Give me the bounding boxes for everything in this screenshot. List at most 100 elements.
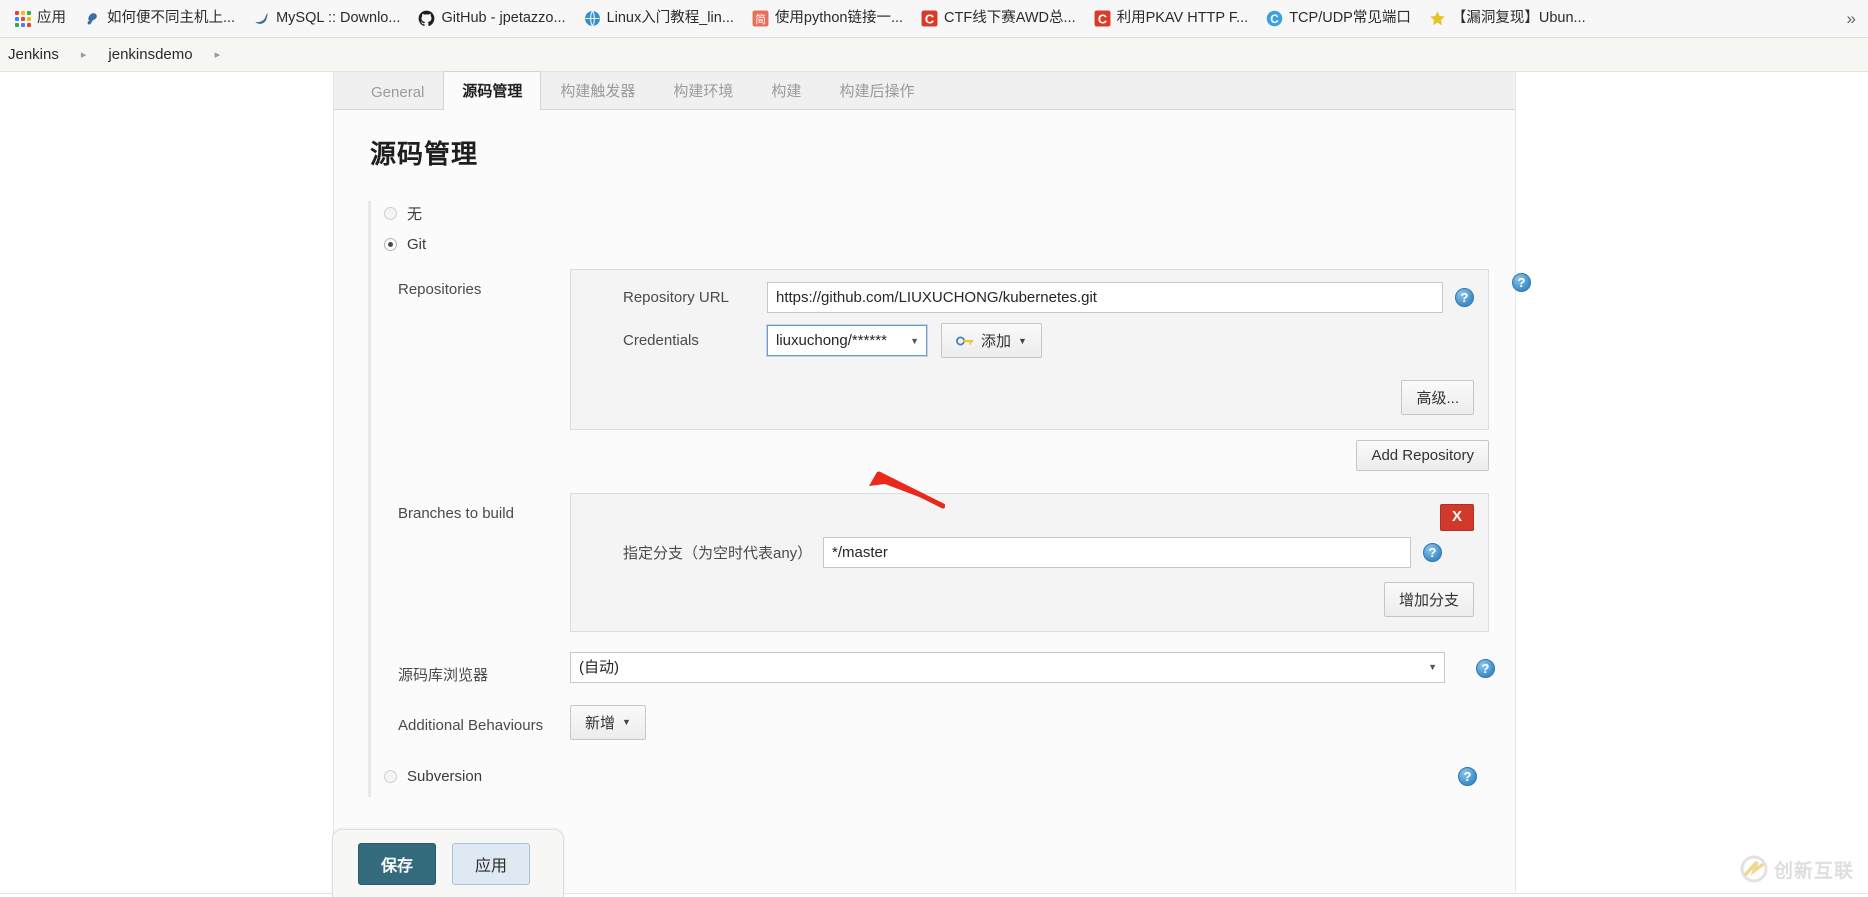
- advanced-button[interactable]: 高级...: [1401, 380, 1474, 415]
- bookmark-item-0[interactable]: 如何便不同主机上...: [76, 6, 243, 31]
- credentials-select-wrap: liuxuchong/****** ▼: [767, 325, 927, 356]
- add-branch-button[interactable]: 增加分支: [1383, 581, 1474, 617]
- branches-row: Branches to build X 指定分支（为空时代表any） */mas…: [384, 493, 1489, 632]
- breadcrumb-separator-icon: ▸: [214, 49, 221, 61]
- bookmark-label: Linux入门教程_lin...: [606, 10, 734, 27]
- breadcrumb-item-jenkinsdemo[interactable]: jenkinsdemo: [100, 46, 200, 63]
- tab-build-env[interactable]: 构建环境: [654, 71, 752, 110]
- github-icon: [419, 10, 435, 26]
- bookmark-label: GitHub - jpetazzo...: [441, 10, 566, 27]
- bookmarks-overflow-button[interactable]: »: [1841, 7, 1862, 31]
- delete-branch-row: X: [585, 504, 1474, 531]
- bookmarks-bar: 应用 如何便不同主机上... MySQL :: Downlo... GitHub…: [0, 0, 1868, 38]
- add-repository-row: Add Repository: [570, 440, 1489, 471]
- bookmark-item-8[interactable]: 【漏洞复现】Ubun...: [1421, 6, 1594, 31]
- watermark-logo-icon: [1740, 855, 1768, 883]
- bookmark-item-1[interactable]: MySQL :: Downlo...: [245, 6, 408, 31]
- right-gutter: [1516, 72, 1868, 897]
- tab-scm[interactable]: 源码管理: [443, 71, 542, 110]
- scm-radio-group: 无 Git Repositories Repository URL https:…: [368, 197, 1531, 796]
- breadcrumb: Jenkins ▸ jenkinsdemo ▸: [0, 38, 1868, 72]
- repo-browser-select[interactable]: (自动): [570, 651, 1445, 683]
- add-credentials-label: 添加: [981, 333, 1012, 350]
- credentials-label: Credentials: [623, 332, 699, 349]
- help-icon[interactable]: ?: [1476, 658, 1495, 678]
- credentials-row: Credentials liuxuchong/****** ▼ 添加 ▼: [585, 323, 1474, 358]
- help-icon[interactable]: ?: [1458, 766, 1477, 786]
- help-icon[interactable]: ?: [1455, 288, 1474, 307]
- breadcrumb-item-jenkins[interactable]: Jenkins: [0, 46, 67, 63]
- save-button[interactable]: 保存: [358, 842, 437, 885]
- dolphin-icon: [255, 13, 268, 24]
- repository-url-input[interactable]: [767, 282, 1443, 313]
- svg-text:简: 简: [755, 13, 766, 26]
- config-tabbar: General 源码管理 构建触发器 构建环境 构建 构建后操作: [334, 71, 1515, 110]
- watermark-text: 创新互联: [1773, 860, 1854, 882]
- radio-icon[interactable]: [384, 207, 397, 220]
- scm-option-subversion[interactable]: Subversion ?: [370, 762, 1489, 791]
- globe-icon: [584, 10, 600, 27]
- watermark: 创新互联: [1740, 855, 1854, 883]
- svg-text:C: C: [925, 11, 934, 26]
- tab-build[interactable]: 构建: [752, 71, 820, 110]
- bookmark-label: TCP/UDP常见端口: [1289, 10, 1411, 27]
- repositories-row: Repositories Repository URL ?: [384, 269, 1531, 471]
- branch-spec-label: 指定分支（为空时代表any）: [623, 544, 813, 562]
- repositories-box: Repository URL ? Credentials: [570, 269, 1489, 430]
- repo-browser-select-wrap: (自动) ▼: [570, 651, 1445, 683]
- repository-url-row: Repository URL ?: [585, 282, 1474, 313]
- tab-build-triggers[interactable]: 构建触发器: [541, 71, 654, 110]
- credentials-select[interactable]: liuxuchong/******: [767, 325, 927, 356]
- page-body: General 源码管理 构建触发器 构建环境 构建 构建后操作 源码管理 无 …: [0, 71, 1868, 897]
- repository-url-label: Repository URL: [623, 289, 729, 306]
- tab-post-build[interactable]: 构建后操作: [820, 71, 933, 110]
- bottom-strip: [0, 893, 1868, 897]
- apply-button[interactable]: 应用: [452, 842, 531, 885]
- bookmark-label: 使用python链接一...: [774, 10, 904, 27]
- radio-icon[interactable]: [384, 238, 397, 251]
- bookmark-item-3[interactable]: Linux入门教程_lin...: [576, 6, 742, 31]
- radio-icon[interactable]: [384, 769, 397, 783]
- csdn-blue-icon: C: [1266, 10, 1283, 27]
- page-title: 源码管理: [370, 139, 479, 169]
- bookmark-apps[interactable]: 应用: [6, 6, 74, 31]
- bookmark-item-5[interactable]: C CTF线下赛AWD总...: [913, 6, 1084, 31]
- branch-spec-input[interactable]: [823, 536, 1411, 568]
- repo-browser-label: 源码库浏览器: [398, 666, 489, 684]
- add-branch-row: 增加分支: [585, 581, 1474, 617]
- advanced-row: 高级...: [585, 380, 1474, 415]
- breadcrumb-separator-icon: ▸: [80, 49, 87, 61]
- additional-behaviours-row: Additional Behaviours 新增 ▼: [384, 704, 1489, 740]
- branches-label: Branches to build: [398, 505, 514, 522]
- help-icon[interactable]: ?: [1512, 273, 1531, 292]
- branch-spec-row: 指定分支（为空时代表any） ?: [585, 536, 1474, 568]
- form-action-bar: 保存 应用: [332, 829, 564, 897]
- bookmark-item-2[interactable]: GitHub - jpetazzo...: [410, 6, 573, 31]
- bookmark-item-6[interactable]: C 利用PKAV HTTP F...: [1086, 6, 1257, 31]
- scm-option-git[interactable]: Git: [370, 230, 1489, 259]
- add-repository-button[interactable]: Add Repository: [1356, 440, 1489, 471]
- add-behaviour-label: 新增: [585, 714, 616, 732]
- repositories-label: Repositories: [398, 281, 482, 298]
- branches-box: X 指定分支（为空时代表any） ? 增加分支: [570, 493, 1489, 632]
- bookmark-item-4[interactable]: 简 使用python链接一...: [744, 6, 911, 31]
- bookmark-item-7[interactable]: C TCP/UDP常见端口: [1258, 6, 1419, 31]
- main-panel: General 源码管理 构建触发器 构建环境 构建 构建后操作 源码管理 无 …: [333, 71, 1531, 897]
- tab-general[interactable]: General: [352, 75, 443, 110]
- help-icon[interactable]: ?: [1423, 542, 1442, 562]
- chevron-down-icon: ▼: [1018, 335, 1027, 346]
- delete-branch-button[interactable]: X: [1439, 504, 1474, 531]
- key-icon: [956, 336, 974, 345]
- svg-text:C: C: [1097, 11, 1106, 26]
- config-content: 源码管理 无 Git Repositories Repository URL h…: [334, 110, 1531, 796]
- csdn-icon: C: [1094, 10, 1111, 27]
- scm-option-none[interactable]: 无: [370, 197, 1489, 230]
- scm-option-label: 无: [407, 206, 423, 223]
- bookmark-label: CTF线下赛AWD总...: [944, 10, 1076, 27]
- repo-browser-row: 源码库浏览器 (自动) ▼ ?: [384, 651, 1495, 685]
- bookmark-label: 利用PKAV HTTP F...: [1116, 10, 1249, 27]
- scm-option-label: Git: [407, 236, 427, 253]
- add-behaviour-button[interactable]: 新增 ▼: [570, 704, 646, 740]
- hand-icon: [87, 13, 97, 25]
- add-credentials-button[interactable]: 添加 ▼: [941, 323, 1042, 358]
